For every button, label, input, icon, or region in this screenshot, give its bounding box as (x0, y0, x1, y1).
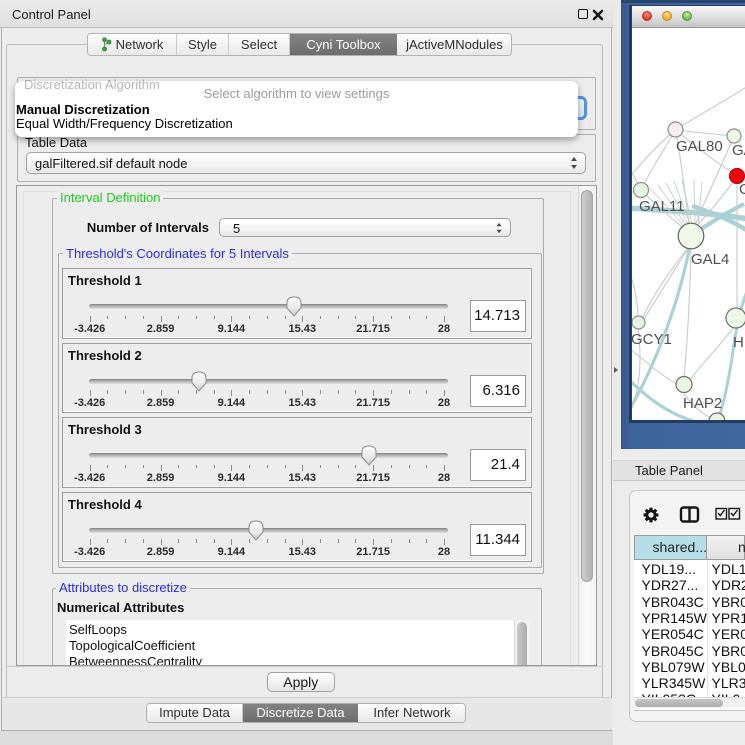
svg-text:G: G (739, 181, 745, 198)
svg-text:GAL80: GAL80 (676, 138, 723, 155)
svg-text:GCY1: GCY1 (632, 331, 672, 348)
svg-text:GAL11: GAL11 (639, 198, 685, 215)
svg-text:HAP2: HAP2 (683, 395, 722, 412)
svg-text:GAL4: GAL4 (691, 251, 729, 268)
svg-text:H: H (733, 334, 744, 351)
svg-text:GA: GA (732, 142, 745, 159)
